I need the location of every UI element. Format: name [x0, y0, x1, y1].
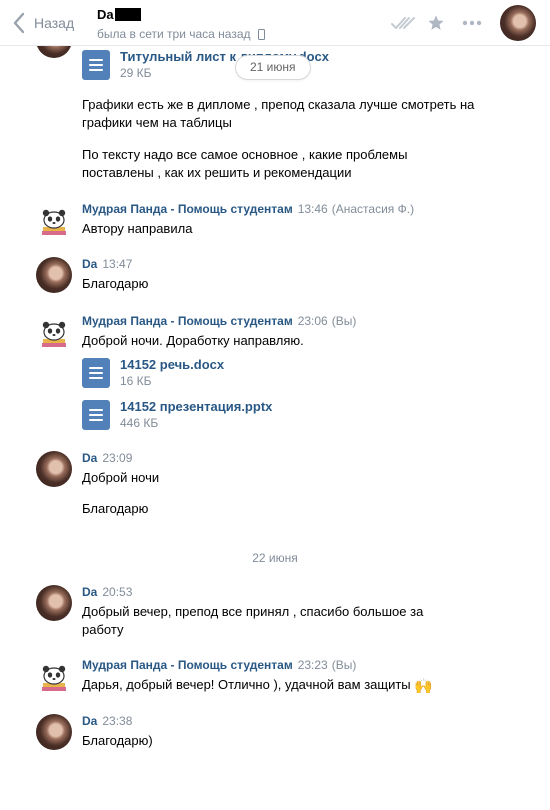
- document-attachment[interactable]: 14152 речь.docx 16 КБ: [82, 354, 536, 392]
- message-text: Добрый вечер, препод все принял , спасиб…: [82, 604, 424, 637]
- message-text: Благодарю: [82, 501, 149, 516]
- document-attachment[interactable]: 14152 презентация.pptx 446 КБ: [82, 396, 536, 434]
- date-separator: 22 июня: [252, 551, 298, 565]
- message-text: По тексту надо все самое основное , каки…: [82, 147, 408, 180]
- star-icon[interactable]: [426, 13, 446, 33]
- document-icon: [82, 400, 110, 430]
- message: Da 20:53 Добрый вечер, препод все принял …: [36, 585, 536, 639]
- avatar[interactable]: [36, 257, 72, 293]
- message-text: Дарья, добрый вечер! Отлично ), удачной …: [82, 677, 411, 692]
- message-text: Благодарю: [82, 276, 149, 291]
- message-time[interactable]: 23:23: [298, 658, 328, 672]
- message-time[interactable]: 13:47: [102, 257, 132, 271]
- message-text: Доброй ночи. Доработку направляю.: [82, 333, 304, 348]
- document-size: 16 КБ: [120, 374, 152, 388]
- message-author[interactable]: Da: [82, 714, 97, 728]
- message: Da 23:09 Доброй ночи Благодарю: [36, 451, 536, 518]
- message: Мудрая Панда - Помощь студентам 23:23 (Вы)…: [36, 658, 536, 696]
- message-author[interactable]: Мудрая Панда - Помощь студентам: [82, 314, 293, 328]
- message-author[interactable]: Da: [82, 257, 97, 271]
- message-sender-note: (Анастасия Ф.): [331, 202, 415, 216]
- avatar[interactable]: [36, 714, 72, 750]
- phone-icon: [257, 28, 265, 40]
- message-author[interactable]: Da: [82, 451, 97, 465]
- double-check-icon[interactable]: [390, 13, 416, 33]
- message: Da 23:38 Благодарю): [36, 714, 536, 750]
- avatar[interactable]: [36, 451, 72, 487]
- peer-status: была в сети три часа назад: [97, 27, 251, 41]
- peer-name: Da: [97, 6, 114, 22]
- message-text: Благодарю): [82, 733, 153, 748]
- message-author[interactable]: Da: [82, 585, 97, 599]
- message-text: Автору направила: [82, 221, 193, 236]
- message-time[interactable]: 23:38: [102, 714, 132, 728]
- message: Мудрая Панда - Помощь студентам 23:06 (Вы)…: [36, 314, 536, 434]
- panda-avatar[interactable]: [36, 658, 72, 694]
- raising-hands-emoji: 🙌: [414, 678, 433, 695]
- redaction-box: [114, 7, 141, 21]
- peer-info[interactable]: Da была в сети три часа назад: [97, 6, 265, 41]
- chat-header: Назад Da была в сети три часа назад: [0, 0, 550, 46]
- message-time[interactable]: 23:06: [298, 314, 328, 328]
- back-button[interactable]: Назад: [12, 12, 74, 34]
- message-time[interactable]: 23:09: [102, 451, 132, 465]
- panda-avatar[interactable]: [36, 314, 72, 350]
- message-sender-note: (Вы): [331, 314, 357, 328]
- back-label: Назад: [34, 15, 75, 31]
- message-time[interactable]: 13:46: [298, 202, 328, 216]
- message-sender-note: (Вы): [331, 658, 357, 672]
- document-size: 446 КБ: [120, 416, 159, 430]
- avatar[interactable]: [36, 585, 72, 621]
- document-title[interactable]: 14152 презентация.pptx: [120, 399, 272, 414]
- message-text: Графики есть же в дипломе , препод сказа…: [82, 97, 475, 130]
- peer-avatar[interactable]: [500, 5, 536, 41]
- message: Мудрая Панда - Помощь студентам 13:46 (Ана…: [36, 202, 536, 238]
- document-title[interactable]: 14152 речь.docx: [120, 357, 224, 372]
- message-text: Доброй ночи: [82, 470, 160, 485]
- message: Da 13:47 Благодарю: [36, 257, 536, 293]
- message-history: Титульный лист к диплому.docx 29 КБ Граф…: [0, 46, 550, 810]
- more-icon[interactable]: [462, 13, 482, 33]
- floating-date-badge: 21 июня: [235, 55, 311, 80]
- message-author[interactable]: Мудрая Панда - Помощь студентам: [82, 658, 293, 672]
- panda-avatar[interactable]: [36, 202, 72, 238]
- message-time[interactable]: 20:53: [102, 585, 132, 599]
- message-text-wrap: Дарья, добрый вечер! Отлично ), удачной …: [82, 676, 536, 696]
- document-icon: [82, 358, 110, 388]
- document-icon: [82, 50, 110, 80]
- message-author[interactable]: Мудрая Панда - Помощь студентам: [82, 202, 293, 216]
- back-chevron-icon: [13, 12, 25, 34]
